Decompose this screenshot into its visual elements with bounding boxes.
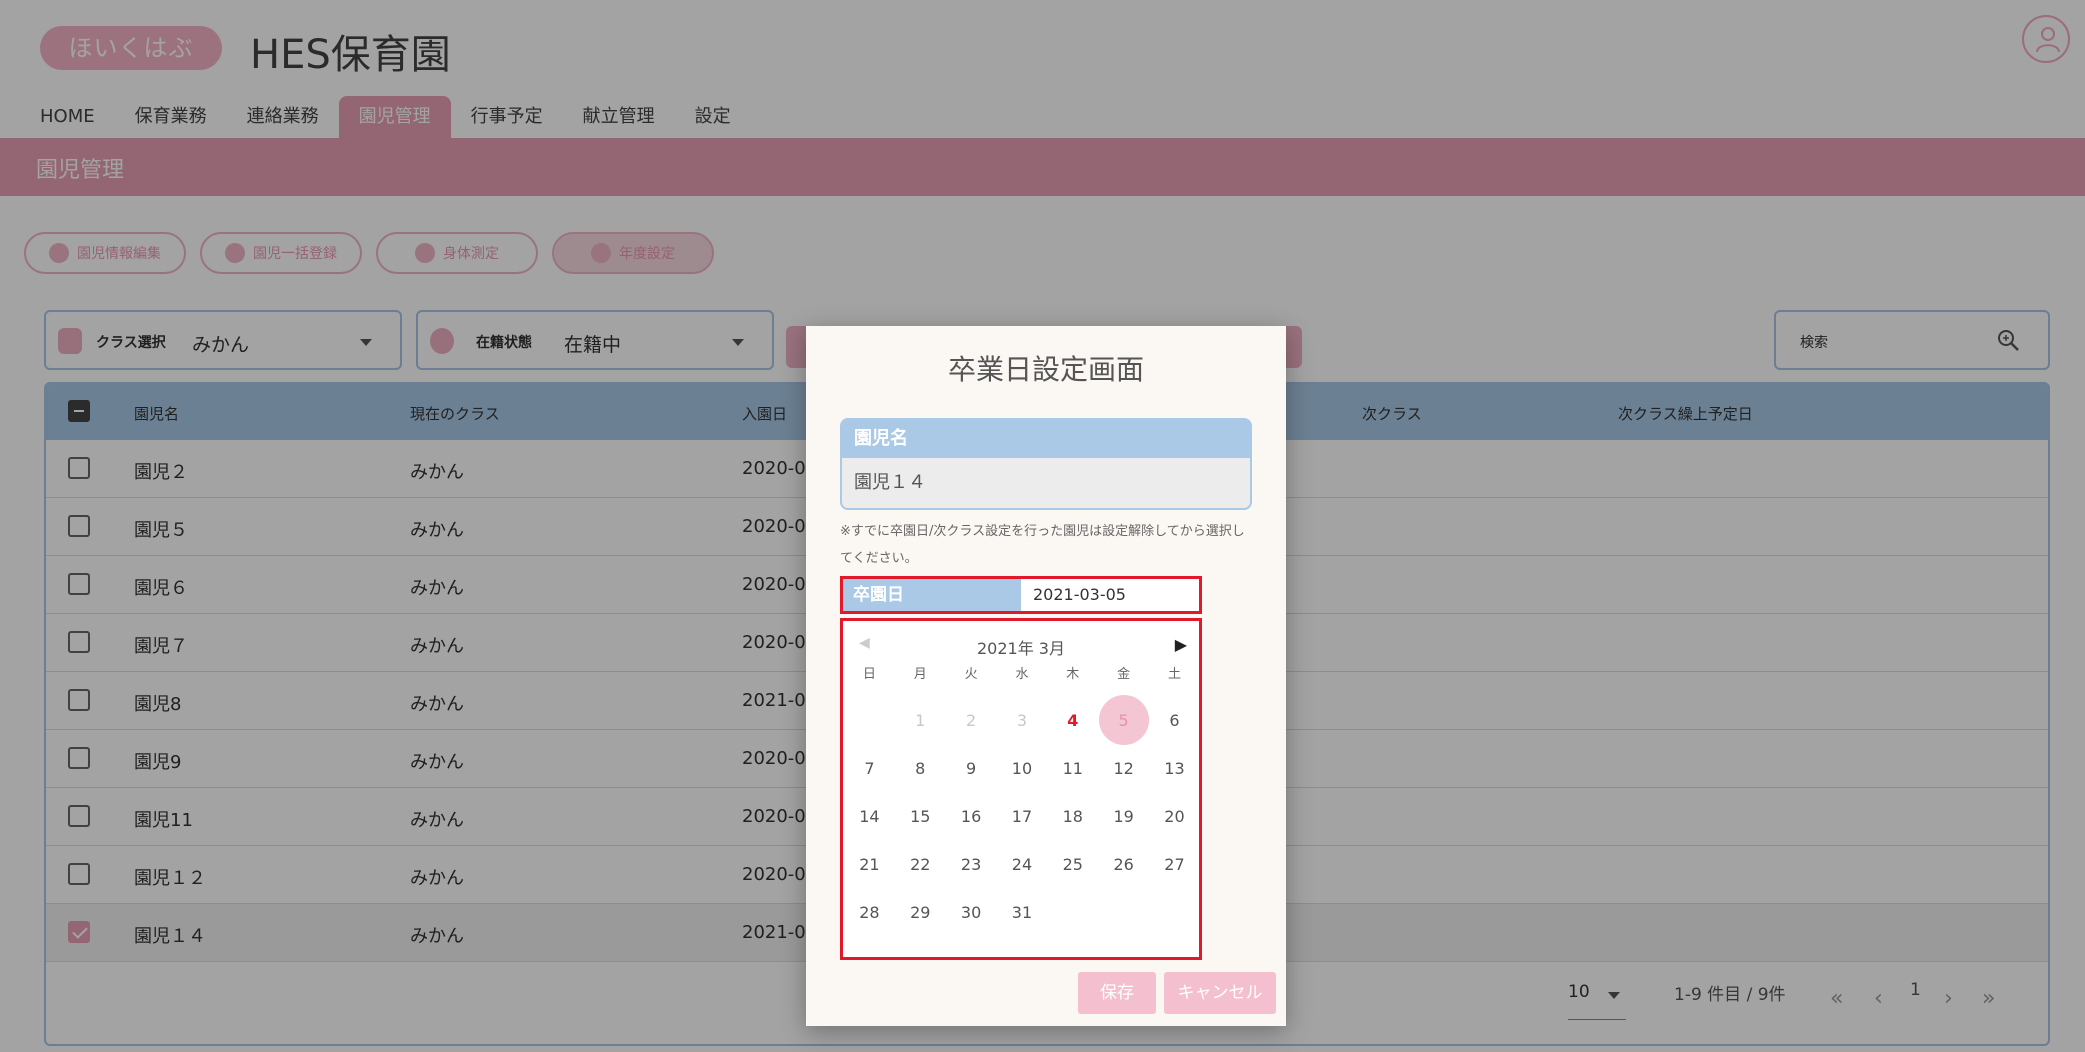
calendar-day[interactable]: 16 bbox=[946, 793, 997, 841]
calendar-day[interactable]: 25 bbox=[1047, 841, 1098, 889]
calendar-day[interactable]: 19 bbox=[1098, 793, 1149, 841]
calendar-day-number: 21 bbox=[859, 855, 880, 874]
calendar-day[interactable]: 13 bbox=[1149, 745, 1200, 793]
calendar-day[interactable]: 26 bbox=[1098, 841, 1149, 889]
calendar-day-number: 29 bbox=[910, 903, 931, 922]
child-name-box: 園児名 園児１４ bbox=[840, 418, 1252, 510]
calendar-day-number: 30 bbox=[960, 903, 982, 922]
calendar-empty-cell bbox=[844, 697, 895, 745]
calendar-day[interactable]: 6 bbox=[1149, 697, 1200, 745]
calendar-day-number: 28 bbox=[859, 903, 880, 922]
calendar-day[interactable]: 21 bbox=[844, 841, 895, 889]
calendar-day[interactable]: 27 bbox=[1149, 841, 1200, 889]
calendar-day-number: 4 bbox=[1067, 711, 1079, 730]
calendar-day[interactable]: 30 bbox=[946, 889, 997, 937]
calendar-day[interactable]: 4 bbox=[1047, 697, 1098, 745]
calendar-day-number: 20 bbox=[1164, 807, 1185, 826]
weekday-label: 金 bbox=[1117, 667, 1131, 682]
calendar-day-number: 7 bbox=[864, 759, 875, 778]
graduation-date-field[interactable]: 卒園日 2021-03-05 bbox=[840, 576, 1202, 614]
calendar-day[interactable]: 22 bbox=[895, 841, 946, 889]
weekday-label: 水 bbox=[1015, 667, 1029, 682]
calendar-day[interactable]: 5 bbox=[1098, 695, 1150, 745]
graduation-date-value[interactable]: 2021-03-05 bbox=[1033, 579, 1126, 611]
graduation-date-dialog: 卒業日設定画面 園児名 園児１４ ※すでに卒園日/次クラス設定を行った園児は設定… bbox=[806, 326, 1286, 1026]
weekday-label: 土 bbox=[1167, 667, 1181, 682]
calendar-day[interactable]: 17 bbox=[997, 793, 1048, 841]
calendar-day-number: 22 bbox=[910, 855, 931, 874]
calendar-day[interactable]: 14 bbox=[844, 793, 895, 841]
date-picker-calendar: ◀ 2021年 3月 ▶ 日月火水木金土 1 2 3 4 5 6 7 8 9 10 11 12 13 14 1… bbox=[840, 618, 1202, 960]
dialog-title: 卒業日設定画面 bbox=[947, 353, 1144, 386]
weekday-label: 木 bbox=[1066, 667, 1080, 682]
calendar-day-number: 23 bbox=[960, 855, 982, 874]
calendar-day: 2 bbox=[946, 697, 997, 745]
calendar-day-number: 13 bbox=[1164, 759, 1185, 778]
calendar-day-number: 14 bbox=[859, 807, 880, 826]
calendar-day[interactable]: 31 bbox=[997, 889, 1048, 937]
save-button[interactable]: 保存 bbox=[1078, 972, 1156, 1014]
calendar-day[interactable]: 9 bbox=[946, 745, 997, 793]
child-name-value: 園児１４ bbox=[854, 472, 926, 493]
weekday-label: 日 bbox=[862, 667, 876, 682]
calendar-day-number: 25 bbox=[1062, 855, 1083, 874]
calendar-day-number: 12 bbox=[1113, 759, 1134, 778]
calendar-empty-cell bbox=[1149, 889, 1200, 937]
calendar-day[interactable]: 10 bbox=[997, 745, 1048, 793]
calendar-day-number: 5 bbox=[1118, 711, 1129, 730]
calendar-day-number: 18 bbox=[1062, 807, 1083, 826]
calendar-day[interactable]: 24 bbox=[997, 841, 1048, 889]
calendar-day[interactable]: 11 bbox=[1047, 745, 1098, 793]
calendar-day-number: 6 bbox=[1169, 711, 1180, 730]
calendar-day[interactable]: 15 bbox=[895, 793, 946, 841]
calendar-day[interactable]: 20 bbox=[1149, 793, 1200, 841]
calendar-day-number: 17 bbox=[1011, 807, 1033, 826]
calendar-day-number: 11 bbox=[1062, 759, 1083, 778]
calendar-day[interactable]: 8 bbox=[895, 745, 946, 793]
calendar-day: 1 bbox=[895, 697, 946, 745]
calendar-day-number: 26 bbox=[1113, 855, 1134, 874]
calendar-empty-cell bbox=[1098, 889, 1149, 937]
calendar-empty-cell bbox=[1047, 889, 1098, 937]
calendar-day-number: 15 bbox=[910, 807, 931, 826]
calendar-day[interactable]: 12 bbox=[1098, 745, 1149, 793]
calendar-month-label: 2021年 3月 bbox=[977, 639, 1065, 658]
calendar-day[interactable]: 28 bbox=[844, 889, 895, 937]
calendar-day-number: 2 bbox=[966, 711, 977, 730]
calendar-day-number: 1 bbox=[915, 711, 926, 730]
graduation-date-label: 卒園日 bbox=[843, 579, 1021, 611]
calendar-day[interactable]: 18 bbox=[1047, 793, 1098, 841]
calendar-day-number: 10 bbox=[1011, 759, 1033, 778]
calendar-day-number: 16 bbox=[960, 807, 982, 826]
next-month-icon[interactable]: ▶ bbox=[1175, 635, 1187, 654]
calendar-day[interactable]: 29 bbox=[895, 889, 946, 937]
calendar-day-number: 31 bbox=[1011, 903, 1033, 922]
calendar-day-number: 3 bbox=[1016, 711, 1028, 730]
cancel-button[interactable]: キャンセル bbox=[1164, 972, 1276, 1014]
calendar-day-number: 19 bbox=[1113, 807, 1134, 826]
weekday-label: 火 bbox=[964, 667, 978, 682]
calendar-day-number: 9 bbox=[966, 759, 977, 778]
calendar-day-number: 24 bbox=[1011, 855, 1033, 874]
calendar-day: 3 bbox=[997, 697, 1048, 745]
weekday-label: 月 bbox=[913, 667, 927, 682]
child-name-label: 園児名 bbox=[842, 420, 1250, 458]
calendar-day-number: 8 bbox=[915, 759, 926, 778]
calendar-day[interactable]: 7 bbox=[844, 745, 895, 793]
calendar-day[interactable]: 23 bbox=[946, 841, 997, 889]
calendar-day-number: 27 bbox=[1164, 855, 1185, 874]
calendar-grid: 日月火水木金土 1 2 3 4 5 6 7 8 9 10 11 12 13 14 15 16 17 18 19 20 21… bbox=[844, 661, 1200, 937]
notice-text: ※すでに卒園日/次クラス設定を行った園児は設定解除してから選択してください。 bbox=[840, 524, 1245, 566]
